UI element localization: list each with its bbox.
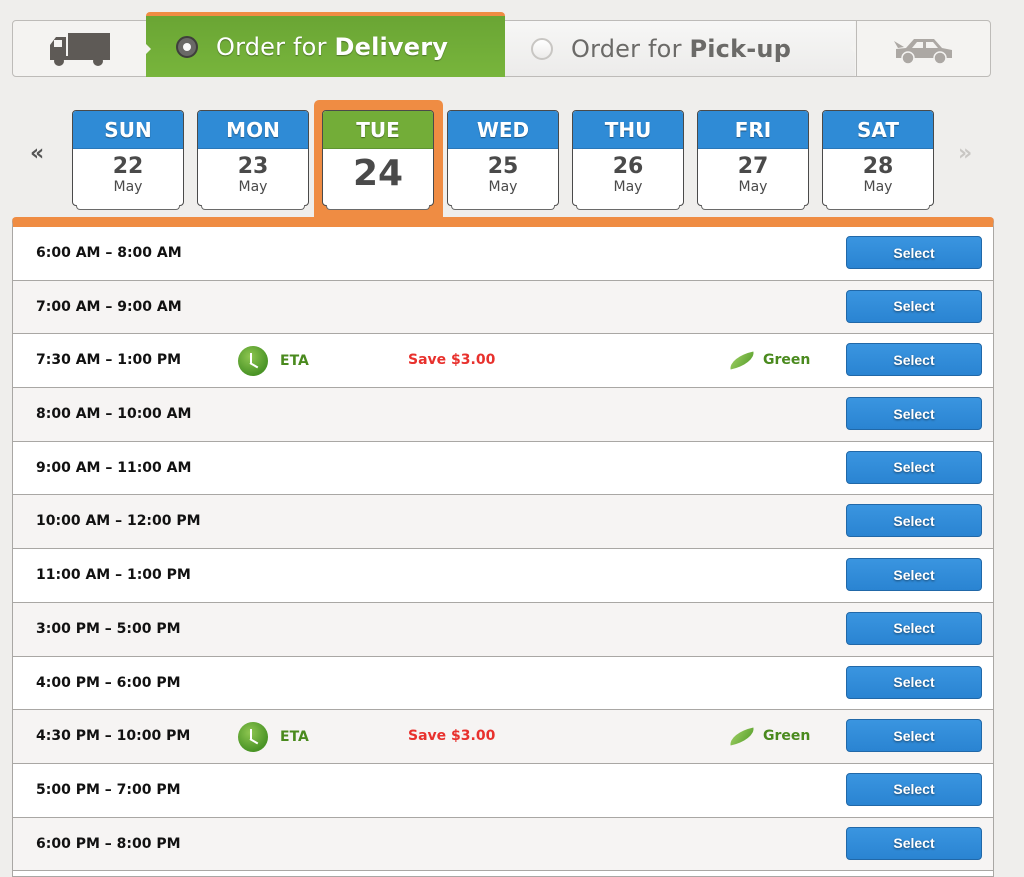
- slot-time: 4:00 PM – 6:00 PM: [36, 674, 181, 691]
- day-tab-wed[interactable]: WED 25 May: [447, 110, 559, 210]
- slot-row: 4:00 PM – 6:00 PM Select: [13, 657, 993, 711]
- slot-row: 10:00 AM – 12:00 PM Select: [13, 495, 993, 550]
- day-month: May: [238, 179, 268, 195]
- order-mode-switcher: Order for Delivery Order for Pick-up: [12, 12, 991, 77]
- delivery-slot-list: 6:00 AM – 8:00 AM Select 7:00 AM – 9:00 AM…: [12, 217, 994, 877]
- slot-time: 7:00 AM – 9:00 AM: [36, 298, 182, 315]
- car-icon: [894, 38, 952, 65]
- green-label: Green: [763, 728, 811, 745]
- savings-label: Save $3.00: [408, 352, 496, 369]
- leaf-icon: [727, 351, 757, 370]
- slot-row: 6:00 AM – 8:00 AM Select: [13, 227, 993, 281]
- eta-label: ETA: [280, 353, 309, 370]
- delivery-radio[interactable]: [176, 35, 198, 58]
- slot-time: 10:00 AM – 12:00 PM: [36, 513, 201, 530]
- slot-time: 6:00 PM – 8:00 PM: [36, 835, 181, 852]
- select-slot-button[interactable]: Select: [846, 504, 982, 538]
- day-tab-thu[interactable]: THU 26 May: [572, 110, 684, 210]
- eta-badge: ETA: [238, 722, 309, 753]
- truck-icon: [49, 32, 110, 66]
- green-label: Green: [763, 352, 811, 369]
- day-tab-tue[interactable]: TUE 24: [322, 110, 434, 210]
- slot-time: 9:00 AM – 11:00 AM: [36, 459, 192, 476]
- green-badge: Green: [727, 334, 811, 387]
- day-of-week: FRI: [698, 111, 808, 149]
- pickup-radio[interactable]: [531, 37, 553, 60]
- slot-row: 8:00 AM – 10:00 AM Select: [13, 388, 993, 442]
- slot-time: 11:00 AM – 1:00 PM: [36, 567, 191, 584]
- green-badge: Green: [727, 710, 811, 763]
- car-icon-panel: [850, 21, 991, 76]
- day-number: 24: [352, 153, 404, 194]
- day-tab-sat[interactable]: SAT 28 May: [822, 110, 934, 210]
- slot-time: 5:00 PM – 7:00 PM: [36, 781, 181, 798]
- day-tab-sun[interactable]: SUN 22 May: [72, 110, 184, 210]
- select-slot-button[interactable]: Select: [846, 450, 982, 484]
- slot-row: 6:00 PM – 8:00 PM Select: [13, 817, 993, 872]
- order-for-pickup-option[interactable]: Order for Pick-up: [505, 21, 855, 76]
- select-slot-button[interactable]: Select: [846, 236, 982, 269]
- day-month: May: [863, 179, 893, 195]
- select-slot-button[interactable]: Select: [846, 289, 982, 323]
- day-of-week: SUN: [73, 111, 183, 149]
- next-week-button[interactable]: »: [958, 143, 972, 165]
- slot-row: 5:00 PM – 7:00 PM Select: [13, 764, 993, 818]
- slot-time: 7:30 AM – 1:00 PM: [36, 352, 182, 369]
- eta-badge: ETA: [238, 346, 309, 377]
- previous-week-button[interactable]: «: [30, 143, 44, 165]
- slot-time: 4:30 PM – 10:00 PM: [36, 728, 191, 745]
- slot-row: 7:00 AM – 9:00 AM Select: [13, 280, 993, 335]
- day-of-week: SAT: [823, 111, 933, 149]
- day-month: May: [738, 179, 768, 195]
- select-slot-button[interactable]: Select: [846, 558, 982, 592]
- day-of-week: MON: [198, 111, 308, 149]
- day-number: 27: [737, 154, 769, 179]
- savings-label: Save $3.00: [408, 728, 496, 745]
- day-number: 23: [237, 154, 269, 179]
- slot-row: 9:00 AM – 11:00 AM Select: [13, 442, 993, 496]
- slot-time: 8:00 AM – 10:00 AM: [36, 406, 192, 423]
- day-number: 26: [612, 154, 644, 179]
- pickup-label: Order for Pick-up: [571, 34, 792, 63]
- slot-row: 11:00 AM – 1:00 PM Select: [13, 549, 993, 603]
- select-slot-button[interactable]: Select: [846, 611, 982, 645]
- day-tab-fri[interactable]: FRI 27 May: [697, 110, 809, 210]
- truck-icon-panel: [13, 21, 146, 76]
- leaf-icon: [727, 727, 757, 746]
- day-number: 25: [487, 154, 519, 179]
- delivery-label: Order for Delivery: [216, 32, 449, 61]
- clock-icon: [238, 346, 268, 377]
- day-of-week: THU: [573, 111, 683, 149]
- slot-row: 4:30 PM – 10:00 PM ETA Save $3.00 Green Sele…: [13, 710, 993, 764]
- select-slot-button[interactable]: Select: [846, 343, 982, 377]
- day-month: May: [113, 179, 143, 195]
- select-slot-button[interactable]: Select: [846, 719, 982, 753]
- select-slot-button[interactable]: Select: [846, 665, 982, 699]
- day-number: 28: [862, 154, 894, 179]
- slot-time: 3:00 PM – 5:00 PM: [36, 620, 181, 637]
- eta-label: ETA: [280, 729, 309, 746]
- day-number: 22: [112, 154, 144, 179]
- day-of-week: WED: [448, 111, 558, 149]
- select-slot-button[interactable]: Select: [846, 772, 982, 806]
- slot-row: 3:00 PM – 5:00 PM Select: [13, 602, 993, 657]
- slot-time: 6:00 AM – 8:00 AM: [36, 245, 182, 261]
- select-slot-button[interactable]: Select: [846, 397, 982, 431]
- clock-icon: [238, 722, 268, 753]
- slot-row: 7:30 AM – 1:00 PM ETA Save $3.00 Green Selec…: [13, 334, 993, 389]
- day-month: May: [488, 179, 518, 195]
- day-tab-mon[interactable]: MON 23 May: [197, 110, 309, 210]
- day-month: May: [613, 179, 643, 195]
- day-of-week: TUE: [323, 111, 433, 149]
- order-for-delivery-option[interactable]: Order for Delivery: [145, 12, 505, 77]
- select-slot-button[interactable]: Select: [846, 826, 982, 860]
